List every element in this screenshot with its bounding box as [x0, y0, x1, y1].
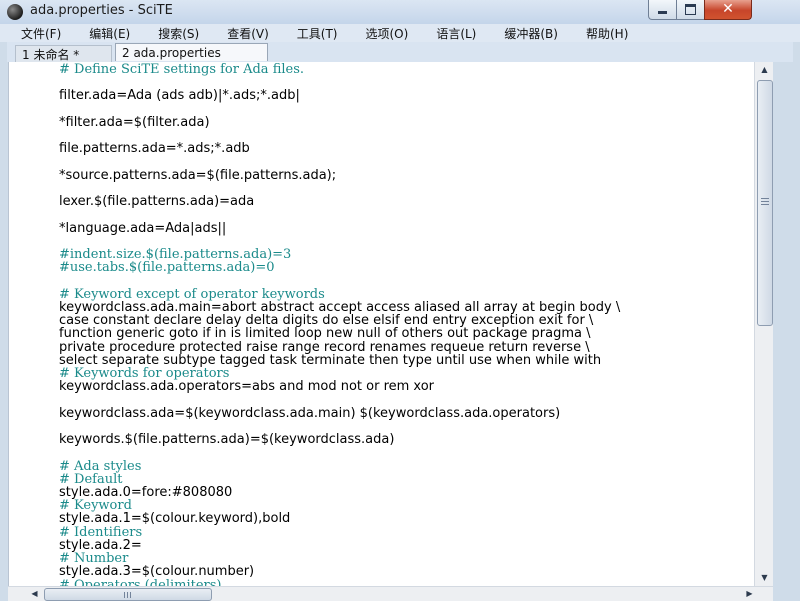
- code-line[interactable]: style.ada.2=: [59, 539, 755, 552]
- code-line[interactable]: style.ada.1=$(colour.keyword),bold: [59, 512, 755, 525]
- scroll-down-icon[interactable]: ▼: [755, 570, 774, 586]
- grip-line: [761, 204, 769, 205]
- menu-tools[interactable]: 工具(T): [278, 25, 347, 42]
- grip-line: [130, 592, 131, 598]
- code-line[interactable]: *language.ada=Ada|ads||: [59, 221, 755, 234]
- code-line[interactable]: [59, 446, 755, 459]
- menu-search[interactable]: 搜索(S): [139, 25, 208, 42]
- vertical-scrollbar[interactable]: ▲ ▼: [754, 62, 774, 586]
- horizontal-scrollbar[interactable]: ◀ ▶: [8, 586, 773, 601]
- code-line[interactable]: *filter.ada=$(filter.ada): [59, 116, 755, 129]
- horizontal-scroll-thumb[interactable]: [44, 588, 212, 601]
- scroll-up-icon[interactable]: ▲: [755, 62, 774, 78]
- code-text-area[interactable]: # Define SciTE settings for Ada files. fi…: [59, 63, 755, 586]
- code-line[interactable]: lexer.$(file.patterns.ada)=ada: [59, 195, 755, 208]
- comment-line[interactable]: # Ada styles: [59, 459, 755, 472]
- comment-line[interactable]: # Identifiers: [59, 525, 755, 538]
- code-line[interactable]: file.patterns.ada=*.ads;*.adb: [59, 142, 755, 155]
- grip-line: [761, 198, 769, 199]
- editor-pane[interactable]: # Define SciTE settings for Ada files. fi…: [8, 62, 755, 586]
- code-line[interactable]: [59, 393, 755, 406]
- code-line[interactable]: style.ada.0=fore:#808080: [59, 486, 755, 499]
- maximize-button[interactable]: [676, 0, 705, 20]
- window-border: [773, 62, 800, 600]
- code-line[interactable]: style.ada.3=$(colour.number): [59, 565, 755, 578]
- menu-edit[interactable]: 编辑(E): [70, 25, 139, 42]
- code-line[interactable]: filter.ada=Ada (ads adb)|*.ads;*.adb|: [59, 89, 755, 102]
- code-line[interactable]: keywords.$(file.patterns.ada)=$(keywordc…: [59, 433, 755, 446]
- menu-language[interactable]: 语言(L): [417, 25, 485, 42]
- comment-line[interactable]: # Keyword except of operator keywords: [59, 287, 755, 300]
- code-line[interactable]: [59, 156, 755, 169]
- menu-bar: 文件(F) 编辑(E) 搜索(S) 查看(V) 工具(T) 选项(O) 语言(L…: [0, 24, 800, 42]
- menu-buffers[interactable]: 缓冲器(B): [485, 25, 567, 42]
- close-icon: ✕: [722, 1, 734, 17]
- title-bar: ada.properties - SciTE ✕: [0, 0, 800, 24]
- grip-line: [124, 592, 125, 598]
- close-button[interactable]: ✕: [704, 0, 752, 20]
- code-line[interactable]: keywordclass.ada=$(keywordclass.ada.main…: [59, 406, 755, 419]
- comment-line[interactable]: # Operators (delimiters): [59, 578, 755, 586]
- menu-view[interactable]: 查看(V): [208, 25, 278, 42]
- code-line[interactable]: keywordclass.ada.operators=abs and mod n…: [59, 380, 755, 393]
- code-line[interactable]: [59, 103, 755, 116]
- minimize-button[interactable]: [648, 0, 677, 20]
- tab-bar: 1 未命名 * 2 ada.properties: [7, 42, 793, 62]
- code-line[interactable]: *source.patterns.ada=$(file.patterns.ada…: [59, 169, 755, 182]
- minimize-icon: [658, 11, 667, 14]
- menu-options[interactable]: 选项(O): [347, 25, 418, 42]
- code-line[interactable]: private procedure protected raise range …: [59, 340, 755, 353]
- window-title: ada.properties - SciTE: [30, 3, 173, 18]
- menu-help[interactable]: 帮助(H): [567, 25, 637, 42]
- scite-app-icon[interactable]: [7, 4, 23, 20]
- scroll-left-icon[interactable]: ◀: [26, 587, 43, 601]
- code-line[interactable]: [59, 275, 755, 288]
- scroll-right-icon[interactable]: ▶: [741, 587, 758, 601]
- code-line[interactable]: function generic goto if in is limited l…: [59, 327, 755, 340]
- comment-line[interactable]: # Define SciTE settings for Ada files.: [59, 63, 755, 76]
- maximize-icon: [685, 4, 696, 15]
- grip-line: [761, 201, 769, 202]
- grip-line: [127, 592, 128, 598]
- code-line[interactable]: [59, 208, 755, 221]
- tab-ada-properties[interactable]: 2 ada.properties: [115, 43, 268, 61]
- tab-untitled[interactable]: 1 未命名 *: [15, 45, 112, 62]
- vertical-scroll-thumb[interactable]: [757, 80, 773, 326]
- comment-line[interactable]: #use.tabs.$(file.patterns.ada)=0: [59, 261, 755, 274]
- menu-file[interactable]: 文件(F): [0, 25, 70, 42]
